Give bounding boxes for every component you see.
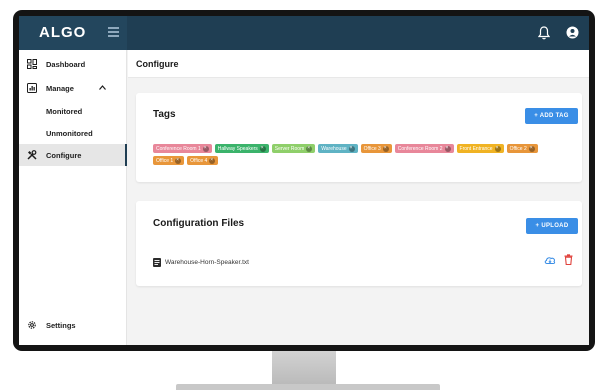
tag-chip[interactable]: Conference Room 1 <box>153 144 212 153</box>
remove-tag-icon[interactable] <box>528 145 535 152</box>
sidebar-item-label: Unmonitored <box>46 128 93 138</box>
tag-label: Office 2 <box>509 145 527 152</box>
page-title: Configure <box>136 59 179 69</box>
dashboard-icon <box>27 59 37 69</box>
tag-label: Conference Room 1 <box>156 145 201 152</box>
sidebar-item-label: Dashboard <box>46 59 86 69</box>
tag-chip[interactable]: Conference Room 2 <box>394 144 454 153</box>
app-screen: ALGO Dashboard Manage Monitored Unmonito… <box>19 16 589 345</box>
tag-label: Conference Room 2 <box>397 145 443 152</box>
tag-label: Office 3 <box>363 145 381 152</box>
sidebar-item-label: Monitored <box>46 106 83 116</box>
tags-card-title: Tags <box>153 109 176 120</box>
upload-button[interactable]: + UPLOAD <box>526 218 578 234</box>
remove-tag-icon[interactable] <box>444 145 451 152</box>
file-row[interactable]: Warehouse-Horn-Speaker.txt <box>153 257 249 267</box>
tag-list: Conference Room 1 Hallway Speakers Server … <box>153 144 563 165</box>
tools-icon <box>27 150 37 160</box>
page-header: Configure <box>128 50 589 78</box>
remove-tag-icon[interactable] <box>348 145 355 152</box>
sidebar-item-label: Manage <box>46 83 74 93</box>
sidebar-item-label: Configure <box>46 150 82 160</box>
sidebar-item-configure[interactable]: Configure <box>19 144 127 166</box>
file-name: Warehouse-Horn-Speaker.txt <box>165 258 249 266</box>
tag-label: Office 1 <box>156 157 174 164</box>
configuration-files-card: Configuration Files + UPLOAD Warehouse-H… <box>136 201 582 286</box>
tag-label: Server Room <box>274 145 305 152</box>
remove-tag-icon[interactable] <box>175 157 182 164</box>
tag-chip[interactable]: Warehouse <box>318 144 358 153</box>
app-logo: ALGO <box>39 24 87 41</box>
cloud-download-icon[interactable] <box>544 255 556 265</box>
trash-icon[interactable] <box>564 254 573 265</box>
tag-chip[interactable]: Server Room <box>271 144 316 153</box>
menu-icon[interactable] <box>108 27 119 39</box>
files-card-title: Configuration Files <box>153 218 245 229</box>
remove-tag-icon[interactable] <box>202 145 209 152</box>
bell-icon[interactable] <box>538 26 550 40</box>
tag-label: Hallway Speakers <box>217 145 258 152</box>
tag-chip[interactable]: Office 4 <box>187 156 219 165</box>
brand-area: ALGO <box>19 16 127 50</box>
tag-label: Office 4 <box>190 157 208 164</box>
gear-icon <box>28 321 36 329</box>
remove-tag-icon[interactable] <box>209 157 216 164</box>
add-tag-button[interactable]: + ADD TAG <box>525 108 578 124</box>
monitor-stand-base <box>176 384 440 390</box>
sidebar: Dashboard Manage Monitored Unmonitored C… <box>19 50 127 345</box>
sidebar-item-unmonitored[interactable]: Unmonitored <box>19 122 127 144</box>
sidebar-item-manage[interactable]: Manage <box>19 77 127 99</box>
sidebar-item-settings[interactable]: Settings <box>19 314 127 336</box>
monitor-bezel: ALGO Dashboard Manage Monitored Unmonito… <box>13 10 595 351</box>
manage-icon <box>27 83 37 93</box>
remove-tag-icon[interactable] <box>259 145 266 152</box>
top-bar: ALGO <box>19 16 589 50</box>
monitor-stand-neck <box>272 351 336 386</box>
sidebar-item-label: Settings <box>46 320 76 330</box>
tag-chip[interactable]: Office 3 <box>360 144 392 153</box>
remove-tag-icon[interactable] <box>494 145 501 152</box>
sidebar-item-dashboard[interactable]: Dashboard <box>19 53 127 75</box>
sidebar-item-monitored[interactable]: Monitored <box>19 100 127 122</box>
remove-tag-icon[interactable] <box>306 145 313 152</box>
tag-chip[interactable]: Front Entrance <box>456 144 504 153</box>
tag-label: Warehouse <box>321 145 347 152</box>
tag-chip[interactable]: Office 2 <box>506 144 538 153</box>
user-account-icon[interactable] <box>566 26 579 39</box>
tag-label: Front Entrance <box>459 145 493 152</box>
tags-card: Tags + ADD TAG Conference Room 1 Hallway … <box>136 93 582 182</box>
tag-chip[interactable]: Hallway Speakers <box>214 144 269 153</box>
remove-tag-icon[interactable] <box>382 145 389 152</box>
tag-chip[interactable]: Office 1 <box>153 156 185 165</box>
document-icon <box>153 257 161 267</box>
chevron-up-icon[interactable] <box>99 85 106 90</box>
